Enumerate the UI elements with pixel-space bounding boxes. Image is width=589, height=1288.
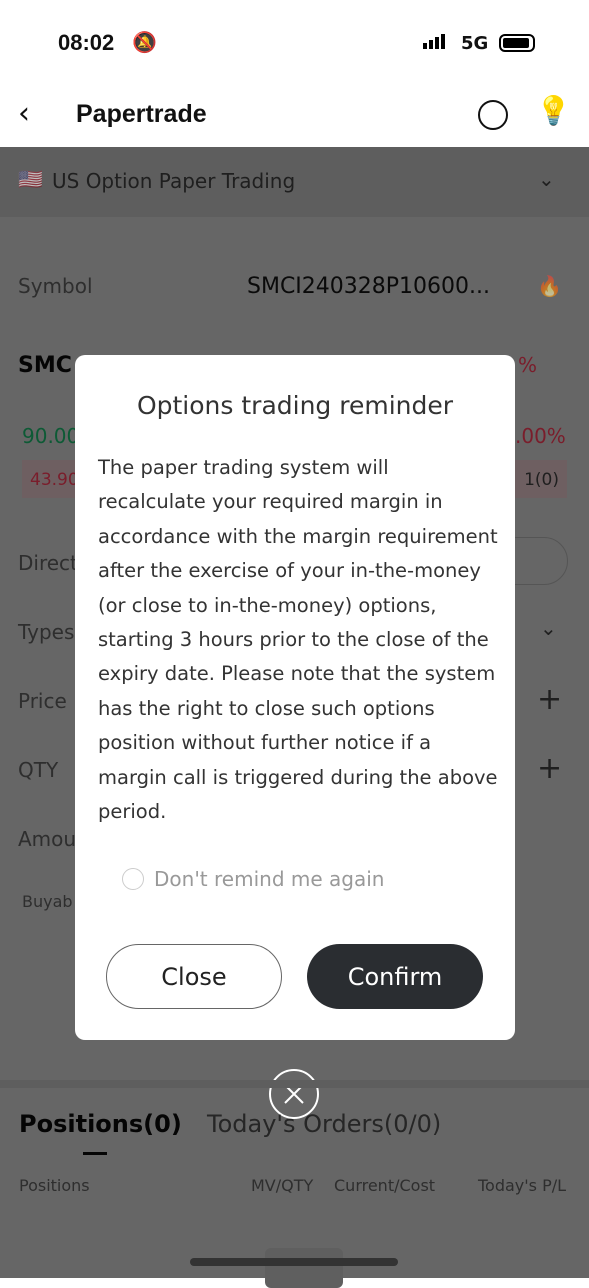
positions-panel: Positions(0) Today's Orders(0/0) Positio… (0, 1080, 589, 1288)
account-selector[interactable]: 🇺🇸 US Option Paper Trading ⌄ (0, 147, 589, 217)
account-label: US Option Paper Trading (52, 169, 296, 193)
active-tab-indicator (83, 1152, 107, 1155)
amount-label: Amou (18, 827, 77, 851)
options-reminder-dialog: Options trading reminder The paper tradi… (75, 355, 515, 1040)
close-button[interactable]: Close (106, 944, 282, 1009)
network-type: 5G (461, 33, 489, 54)
page-title: Papertrade (76, 100, 207, 128)
us-flag-icon: 🇺🇸 (18, 167, 43, 191)
back-icon[interactable]: ‹ (18, 96, 30, 131)
symbol-label: Symbol (18, 274, 93, 298)
nav-header: ‹ Papertrade 💡 (0, 88, 589, 147)
plus-icon[interactable]: + (537, 682, 562, 717)
symbol-input[interactable]: SMCI240328P10600... (247, 274, 490, 299)
battery-icon (499, 34, 535, 52)
status-bar: 08:02 🔕 5G (0, 0, 589, 88)
empty-folder-icon (265, 1248, 343, 1288)
dialog-body: The paper trading system will recalculat… (98, 456, 498, 824)
dont-remind-checkbox[interactable]: Don't remind me again (122, 867, 384, 891)
pct-value: .00% (515, 424, 566, 448)
dialog-title: Options trading reminder (136, 391, 454, 420)
chevron-down-icon: ⌄ (538, 167, 555, 191)
buyable-label: Buyab (22, 892, 73, 911)
stock-name: SMC (18, 353, 72, 378)
column-header: Today's P/L (478, 1176, 567, 1195)
lightbulb-icon[interactable]: 💡 (536, 94, 571, 127)
confirm-button[interactable]: Confirm (307, 944, 483, 1009)
change-pct: % (518, 353, 538, 377)
column-header: Current/Cost (334, 1176, 436, 1195)
flame-icon[interactable]: 🔥 (537, 274, 562, 298)
tab-todays-orders[interactable]: Today's Orders(0/0) (207, 1110, 441, 1138)
clock: 08:02 (58, 30, 115, 55)
direction-label: Direct (18, 551, 78, 575)
refresh-icon[interactable] (478, 100, 508, 130)
price-label: Price (18, 689, 67, 713)
column-header: MV/QTY (251, 1176, 314, 1195)
checkbox-label: Don't remind me again (154, 867, 385, 891)
column-header: Positions (19, 1176, 90, 1195)
types-label: Types (18, 620, 75, 644)
signal-icon (423, 34, 445, 49)
qty-label: QTY (18, 758, 59, 782)
bell-slash-icon: 🔕 (132, 30, 157, 54)
ask-qty: 1(0) (524, 470, 559, 490)
radio-circle-icon (122, 868, 144, 890)
bid-price: 90.00 (22, 424, 80, 448)
home-indicator (190, 1258, 398, 1266)
tab-positions[interactable]: Positions(0) (19, 1110, 182, 1138)
chevron-down-icon[interactable]: ⌄ (540, 616, 557, 640)
plus-icon[interactable]: + (537, 751, 562, 786)
ask-price: 43.90 (30, 470, 79, 490)
